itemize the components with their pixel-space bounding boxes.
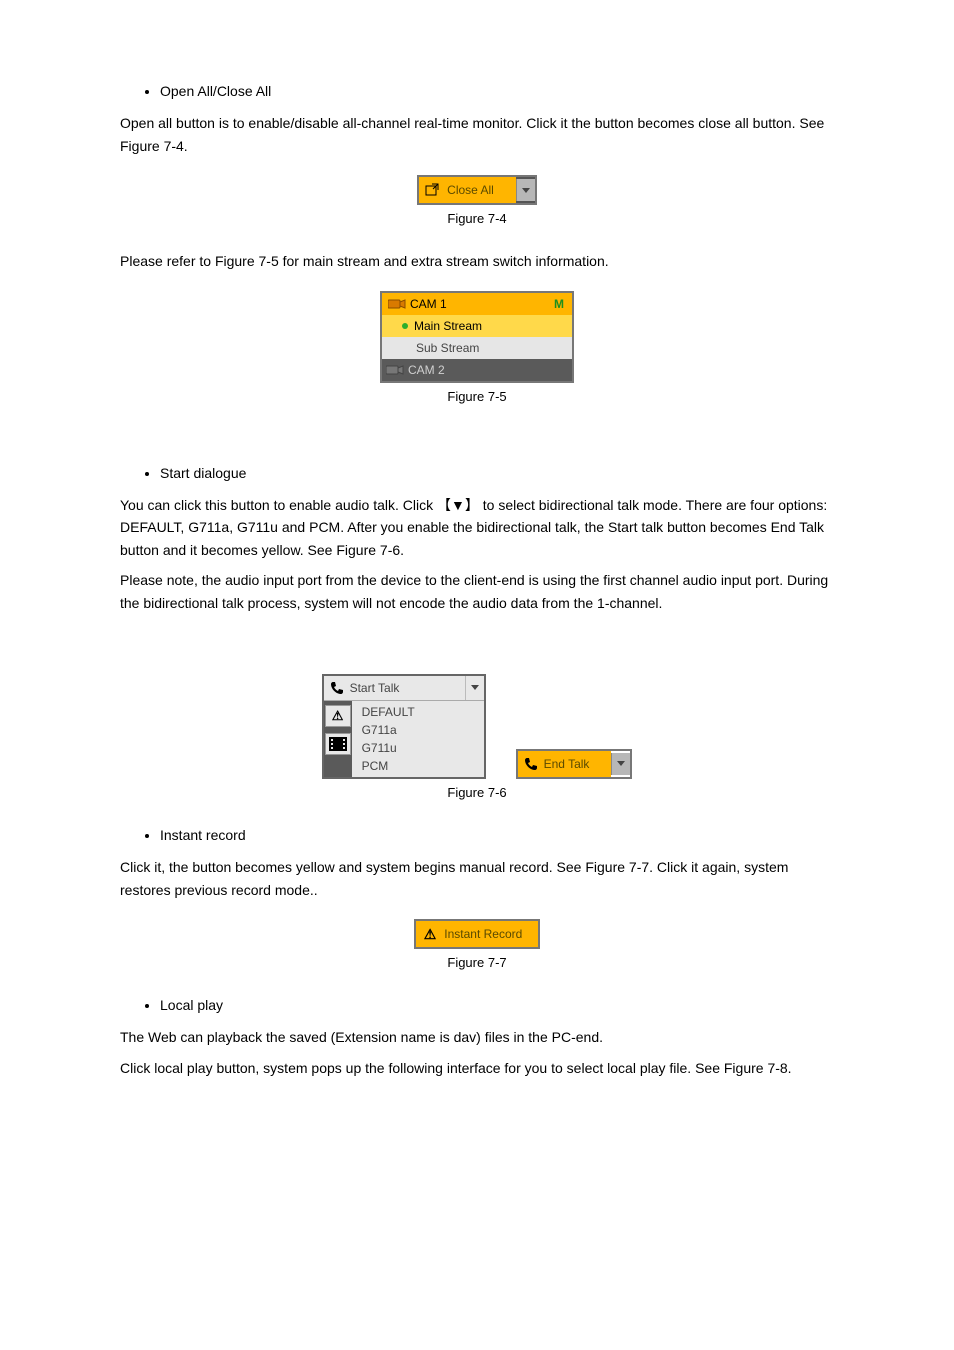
- talk-mode-menu: DEFAULT G711a G711u PCM: [352, 701, 484, 777]
- cam1-label: CAM 1: [410, 297, 447, 311]
- talk-option-g711u[interactable]: G711u: [352, 739, 484, 757]
- figure-7-7: ⚠ Instant Record: [120, 919, 834, 949]
- bullet-list-4: Local play: [160, 994, 834, 1016]
- para-local-play-2: Click local play button, system pops up …: [120, 1057, 834, 1079]
- bullet-instant-record: Instant record: [160, 824, 834, 846]
- sub-stream-row[interactable]: Sub Stream: [382, 337, 572, 359]
- para-instant-record: Click it, the button becomes yellow and …: [120, 856, 834, 901]
- warning-icon: ⚠: [424, 926, 437, 943]
- end-talk-button[interactable]: End Talk: [516, 749, 633, 779]
- para-start-dialogue-1: You can click this button to enable audi…: [120, 494, 834, 561]
- end-talk-main: End Talk: [518, 751, 612, 777]
- cam2-row[interactable]: CAM 2: [382, 359, 572, 381]
- start-talk-dropdown[interactable]: [465, 676, 484, 700]
- bullet-open-close: Open All/Close All: [160, 80, 834, 102]
- bullet-list-3: Instant record: [160, 824, 834, 846]
- cam2-label: CAM 2: [408, 363, 445, 377]
- start-talk-panel: Start Talk ⚠ DEFAULT G711a: [322, 674, 486, 779]
- close-all-dropdown[interactable]: [516, 179, 535, 201]
- phone-icon: [524, 757, 538, 771]
- warning-icon: ⚠: [332, 708, 344, 724]
- start-talk-header[interactable]: Start Talk: [324, 676, 484, 701]
- main-stream-label: Main Stream: [414, 319, 482, 333]
- talk-option-g711a[interactable]: G711a: [352, 721, 484, 739]
- bullet-list-1: Open All/Close All: [160, 80, 834, 102]
- figure-7-6: Start Talk ⚠ DEFAULT G711a: [120, 674, 834, 779]
- end-talk-dropdown[interactable]: [611, 753, 630, 775]
- para-open-close: Open all button is to enable/disable all…: [120, 112, 834, 157]
- camera-icon: [388, 297, 406, 311]
- talk-body: ⚠ DEFAULT G711a G711u PCM: [324, 701, 484, 777]
- para-start-dialogue-2: Please note, the audio input port from t…: [120, 569, 834, 614]
- caption-7-4: Figure 7-4: [120, 211, 834, 226]
- para-local-play-1: The Web can playback the saved (Extensio…: [120, 1026, 834, 1048]
- page: Open All/Close All Open all button is to…: [0, 0, 954, 1147]
- bullet-start-dialogue: Start dialogue: [160, 462, 834, 484]
- record-side-button[interactable]: [325, 733, 351, 755]
- figure-7-5: CAM 1 M Main Stream Sub Stream CAM 2: [120, 291, 834, 383]
- instant-record-button[interactable]: ⚠ Instant Record: [414, 919, 541, 949]
- caption-7-5: Figure 7-5: [120, 389, 834, 404]
- talk-option-default[interactable]: DEFAULT: [352, 703, 484, 721]
- stream-list: CAM 1 M Main Stream Sub Stream CAM 2: [380, 291, 574, 383]
- alarm-side-button[interactable]: ⚠: [325, 705, 351, 727]
- caption-7-6: Figure 7-6: [120, 785, 834, 800]
- start-talk-label: Start Talk: [350, 681, 400, 695]
- talk-option-pcm[interactable]: PCM: [352, 757, 484, 775]
- main-stream-row[interactable]: Main Stream: [382, 315, 572, 337]
- sub-stream-label: Sub Stream: [416, 341, 479, 355]
- close-all-button[interactable]: Close All: [417, 175, 537, 205]
- chevron-down-icon: [471, 685, 479, 690]
- end-talk-label: End Talk: [544, 757, 590, 771]
- bullet-list-2: Start dialogue: [160, 462, 834, 484]
- popout-icon: [425, 183, 441, 197]
- close-all-main: Close All: [419, 177, 516, 203]
- instant-record-label: Instant Record: [444, 927, 522, 941]
- talk-side-buttons: ⚠: [324, 701, 352, 777]
- film-icon: [329, 737, 347, 751]
- active-dot-icon: [402, 323, 408, 329]
- chevron-down-icon: [617, 761, 625, 766]
- chevron-down-icon: [522, 188, 530, 193]
- phone-icon: [330, 681, 344, 695]
- close-all-label: Close All: [447, 183, 494, 197]
- instant-record-main: ⚠ Instant Record: [416, 921, 539, 947]
- caption-7-7: Figure 7-7: [120, 955, 834, 970]
- para-stream-switch: Please refer to Figure 7-5 for main stre…: [120, 250, 834, 272]
- bullet-local-play: Local play: [160, 994, 834, 1016]
- cam1-row[interactable]: CAM 1 M: [382, 293, 572, 315]
- camera-icon: [386, 363, 404, 377]
- figure-7-4: Close All: [120, 175, 834, 205]
- cam1-badge: M: [554, 297, 566, 311]
